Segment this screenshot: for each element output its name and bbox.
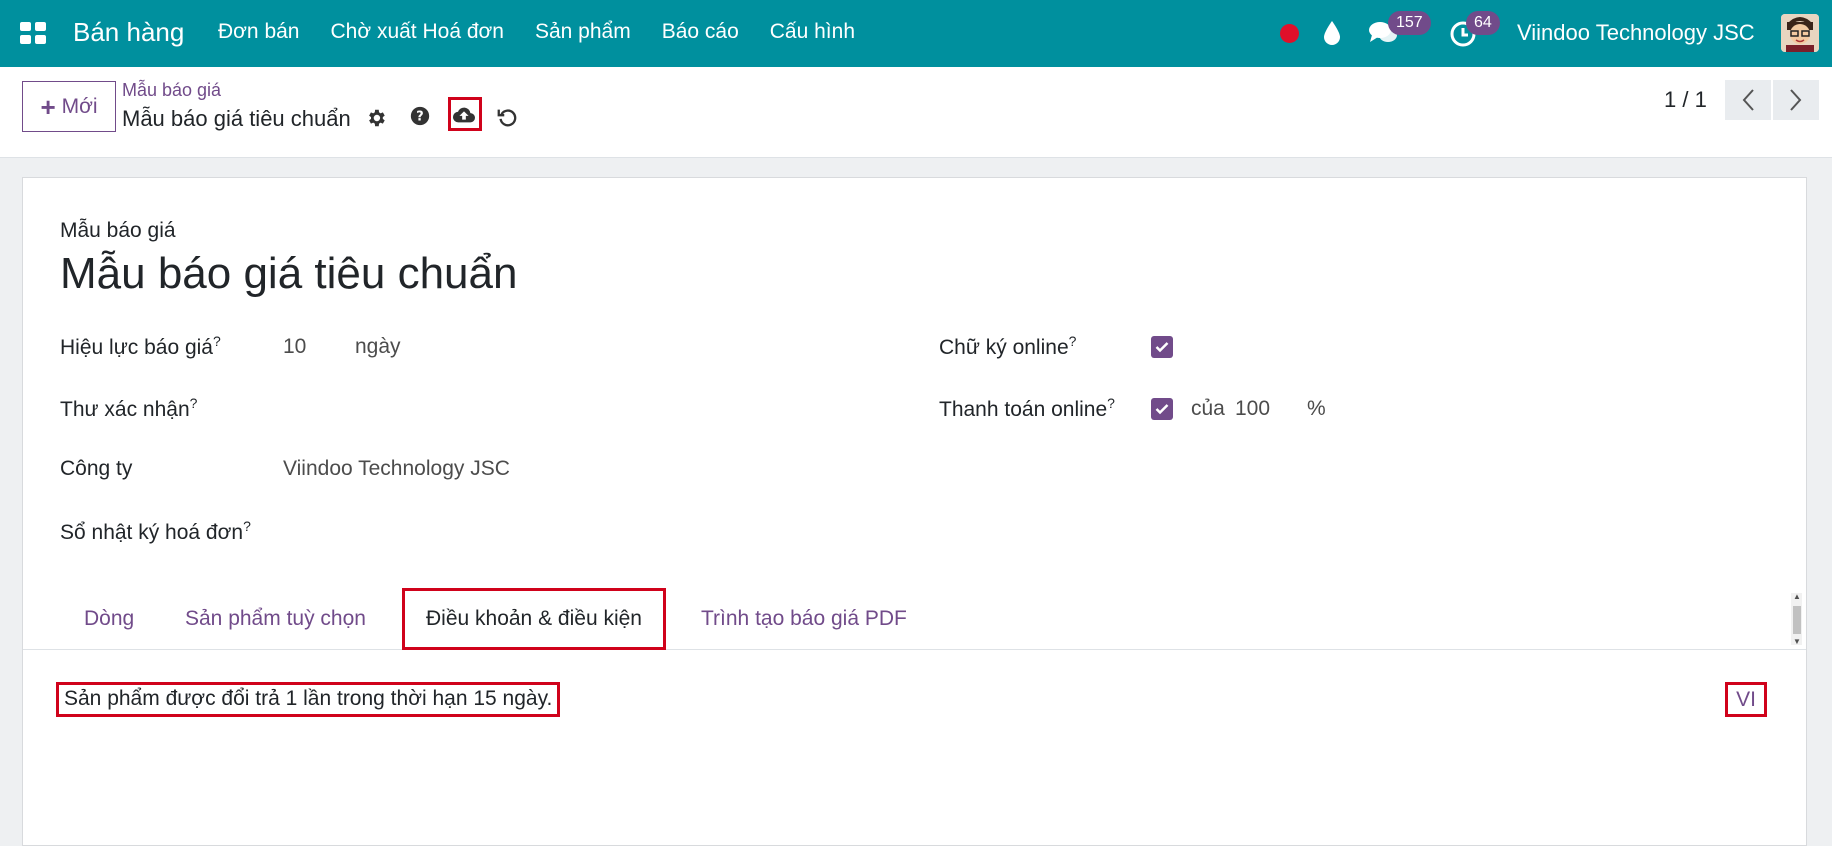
pager-previous-button[interactable]	[1725, 80, 1771, 120]
menu-item-orders[interactable]: Đơn bán	[218, 20, 300, 44]
payment-prefix: của	[1191, 397, 1225, 420]
tabs-scrollbar-thumb[interactable]	[1793, 606, 1801, 634]
app-brand[interactable]: Bán hàng	[73, 17, 184, 48]
tab-terms-conditions[interactable]: Điều khoản & điều kiện	[402, 588, 666, 650]
menu-item-reporting[interactable]: Báo cáo	[662, 20, 739, 44]
check-icon	[1155, 404, 1169, 415]
company-switcher[interactable]: Viindoo Technology JSC	[1517, 20, 1755, 46]
help-tooltip-mark[interactable]: ?	[190, 395, 198, 411]
help-tooltip-mark[interactable]: ?	[243, 518, 251, 534]
tab-pdf-quote-builder[interactable]: Trình tạo báo giá PDF	[701, 588, 907, 650]
online-signature-checkbox[interactable]	[1151, 336, 1173, 358]
form-sheet: Mẫu báo giá Mẫu báo giá tiêu chuẩn Hiệu …	[22, 177, 1807, 846]
help-tooltip-mark[interactable]: ?	[213, 333, 221, 349]
menu-item-configuration[interactable]: Cấu hình	[770, 20, 855, 44]
confirmation-mail-label: Thư xác nhận?	[60, 395, 198, 421]
model-label: Mẫu báo giá	[60, 219, 176, 242]
messages-count-badge: 157	[1388, 11, 1431, 35]
menu-item-products[interactable]: Sản phẩm	[535, 20, 631, 44]
discard-icon[interactable]	[496, 106, 518, 128]
check-icon	[1155, 342, 1169, 353]
plus-icon: +	[40, 91, 56, 122]
recording-dot-icon[interactable]	[1280, 24, 1299, 43]
top-navbar: Bán hàng Đơn bán Chờ xuất Hoá đơn Sản ph…	[0, 0, 1832, 67]
online-payment-label: Thanh toán online?	[939, 395, 1115, 421]
company-label: Công ty	[60, 457, 133, 480]
scroll-down-icon[interactable]: ▼	[1793, 637, 1801, 646]
record-title[interactable]: Mẫu báo giá tiêu chuẩn	[60, 249, 517, 299]
validity-label: Hiệu lực báo giá?	[60, 333, 221, 359]
new-button-label: Mới	[61, 94, 98, 118]
gear-icon[interactable]	[365, 107, 387, 129]
pager-value[interactable]: 1 / 1	[1664, 87, 1707, 113]
main-menu: Đơn bán Chờ xuất Hoá đơn Sản phẩm Báo cá…	[218, 20, 855, 44]
payment-unit: %	[1307, 397, 1326, 420]
terms-text-editor[interactable]: Sản phẩm được đổi trả 1 lần trong thời h…	[56, 682, 561, 717]
activities-count-badge: 64	[1466, 11, 1500, 35]
scroll-up-icon[interactable]: ▲	[1793, 592, 1801, 601]
translation-language-button[interactable]: VI	[1725, 682, 1767, 717]
control-panel: + Mới Mẫu báo giá Mẫu báo giá tiêu chuẩn …	[0, 67, 1832, 158]
validity-unit: ngày	[355, 335, 401, 358]
online-signature-label: Chữ ký online?	[939, 333, 1077, 359]
help-tooltip-mark[interactable]: ?	[1107, 395, 1115, 411]
help-icon[interactable]: ?	[409, 105, 431, 127]
online-payment-checkbox[interactable]	[1151, 398, 1173, 420]
chevron-right-icon	[1790, 89, 1802, 111]
tab-lines[interactable]: Dòng	[84, 588, 134, 650]
drop-icon[interactable]	[1323, 20, 1341, 46]
svg-text:?: ?	[416, 110, 423, 125]
breadcrumb-current: Mẫu báo giá tiêu chuẩn	[122, 106, 351, 131]
chevron-left-icon	[1742, 89, 1754, 111]
menu-item-to-invoice[interactable]: Chờ xuất Hoá đơn	[331, 20, 504, 44]
tab-optional-products[interactable]: Sản phẩm tuỳ chọn	[185, 588, 366, 650]
pager-next-button[interactable]	[1773, 80, 1819, 120]
validity-days-input[interactable]: 10	[283, 335, 306, 359]
help-tooltip-mark[interactable]: ?	[1069, 333, 1077, 349]
prepayment-percent-input[interactable]: 100	[1235, 397, 1270, 421]
new-button[interactable]: + Mới	[22, 81, 116, 132]
company-field[interactable]: Viindoo Technology JSC	[283, 457, 510, 481]
breadcrumb-parent[interactable]: Mẫu báo giá	[122, 80, 221, 101]
notebook-tabs: Dòng Sản phẩm tuỳ chọn Điều khoản & điều…	[23, 588, 1806, 650]
cloud-upload-icon[interactable]	[453, 104, 475, 126]
apps-menu-icon[interactable]	[20, 22, 46, 44]
invoice-journal-label: Sổ nhật ký hoá đơn?	[60, 518, 251, 544]
user-avatar[interactable]	[1781, 14, 1819, 52]
